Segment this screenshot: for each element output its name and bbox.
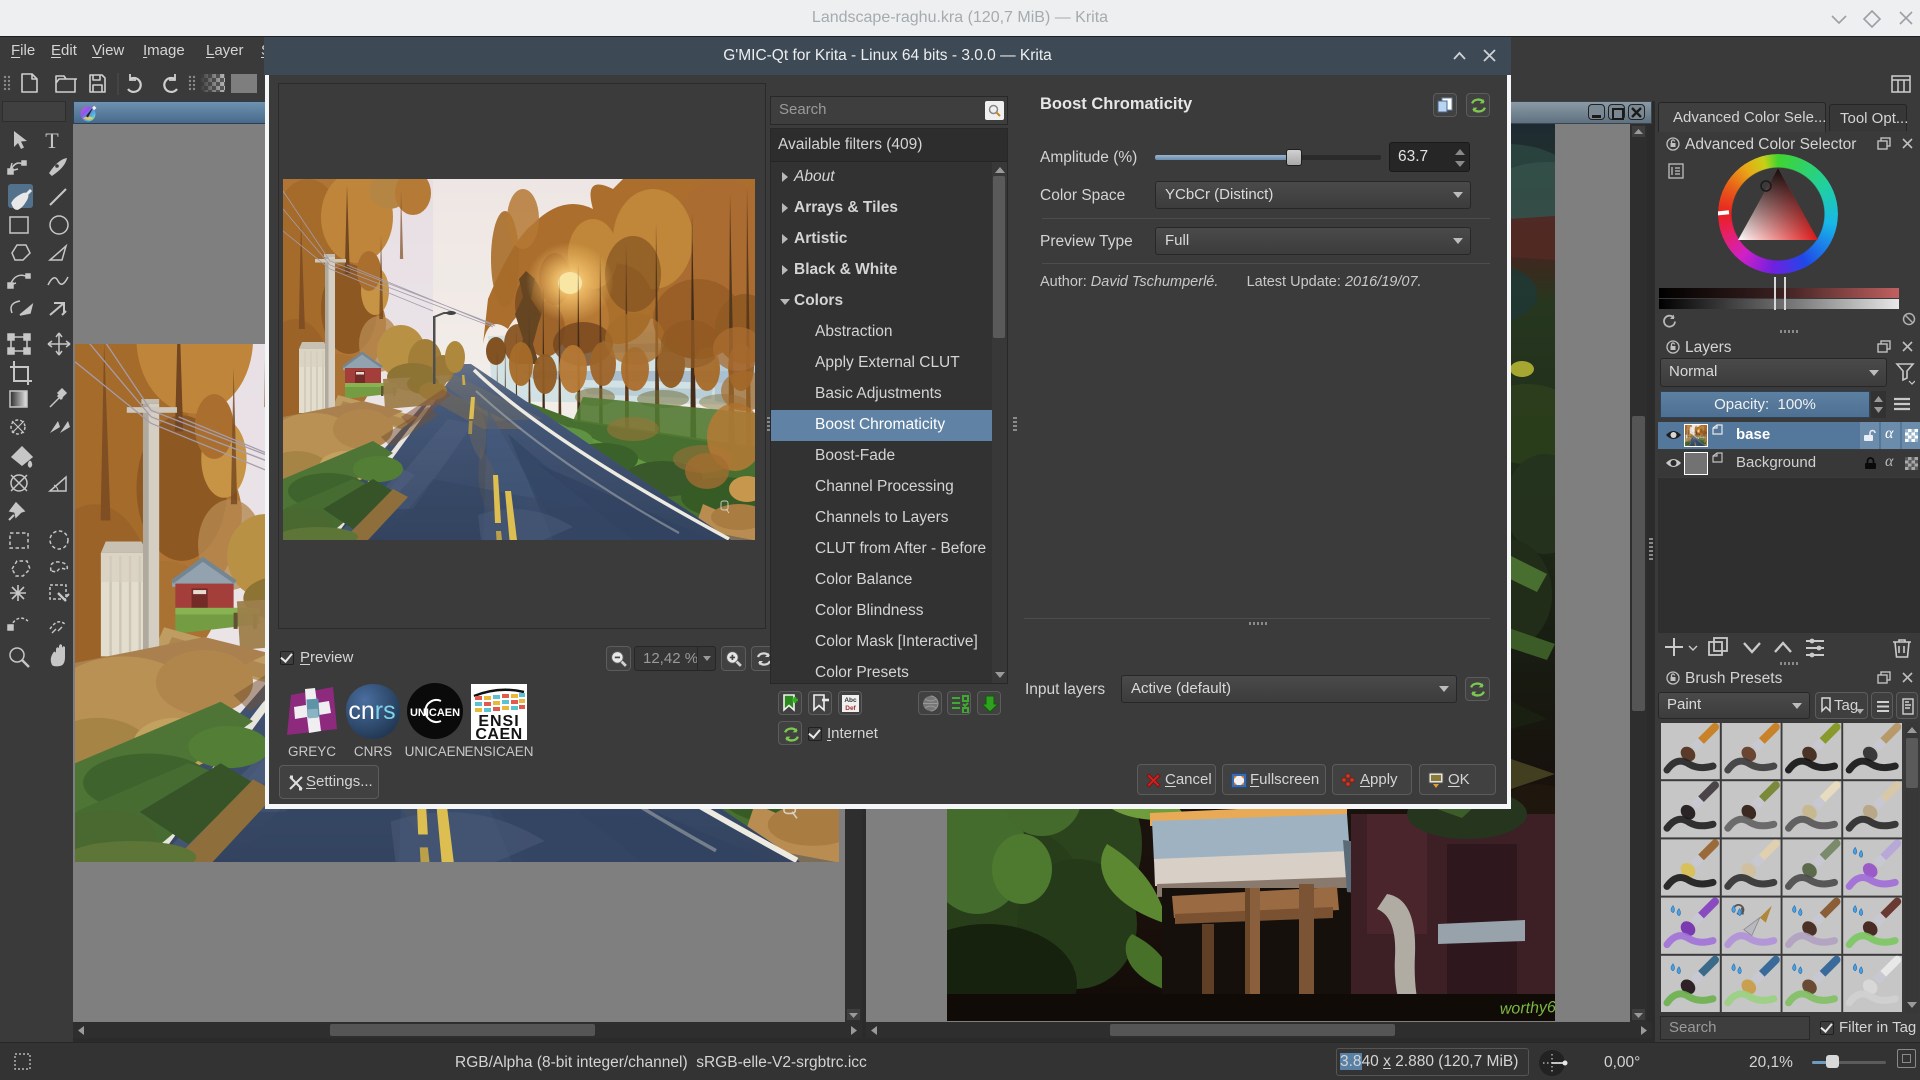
svg-text:UNICAEN: UNICAEN	[410, 707, 460, 719]
svg-text:GREYC: GREYC	[288, 744, 336, 759]
svg-text:ENSICAEN: ENSICAEN	[464, 744, 533, 759]
svg-text:Def: Def	[845, 705, 856, 712]
svg-text:CNRS: CNRS	[354, 744, 392, 759]
svg-text:T: T	[45, 128, 59, 153]
svg-text:worthy6: worthy6	[1500, 999, 1555, 1018]
svg-text:CAEN: CAEN	[475, 726, 522, 743]
svg-text:Abc: Abc	[844, 697, 857, 704]
svg-text:cnrs: cnrs	[348, 697, 395, 725]
svg-text:UNICAEN: UNICAEN	[405, 744, 466, 759]
